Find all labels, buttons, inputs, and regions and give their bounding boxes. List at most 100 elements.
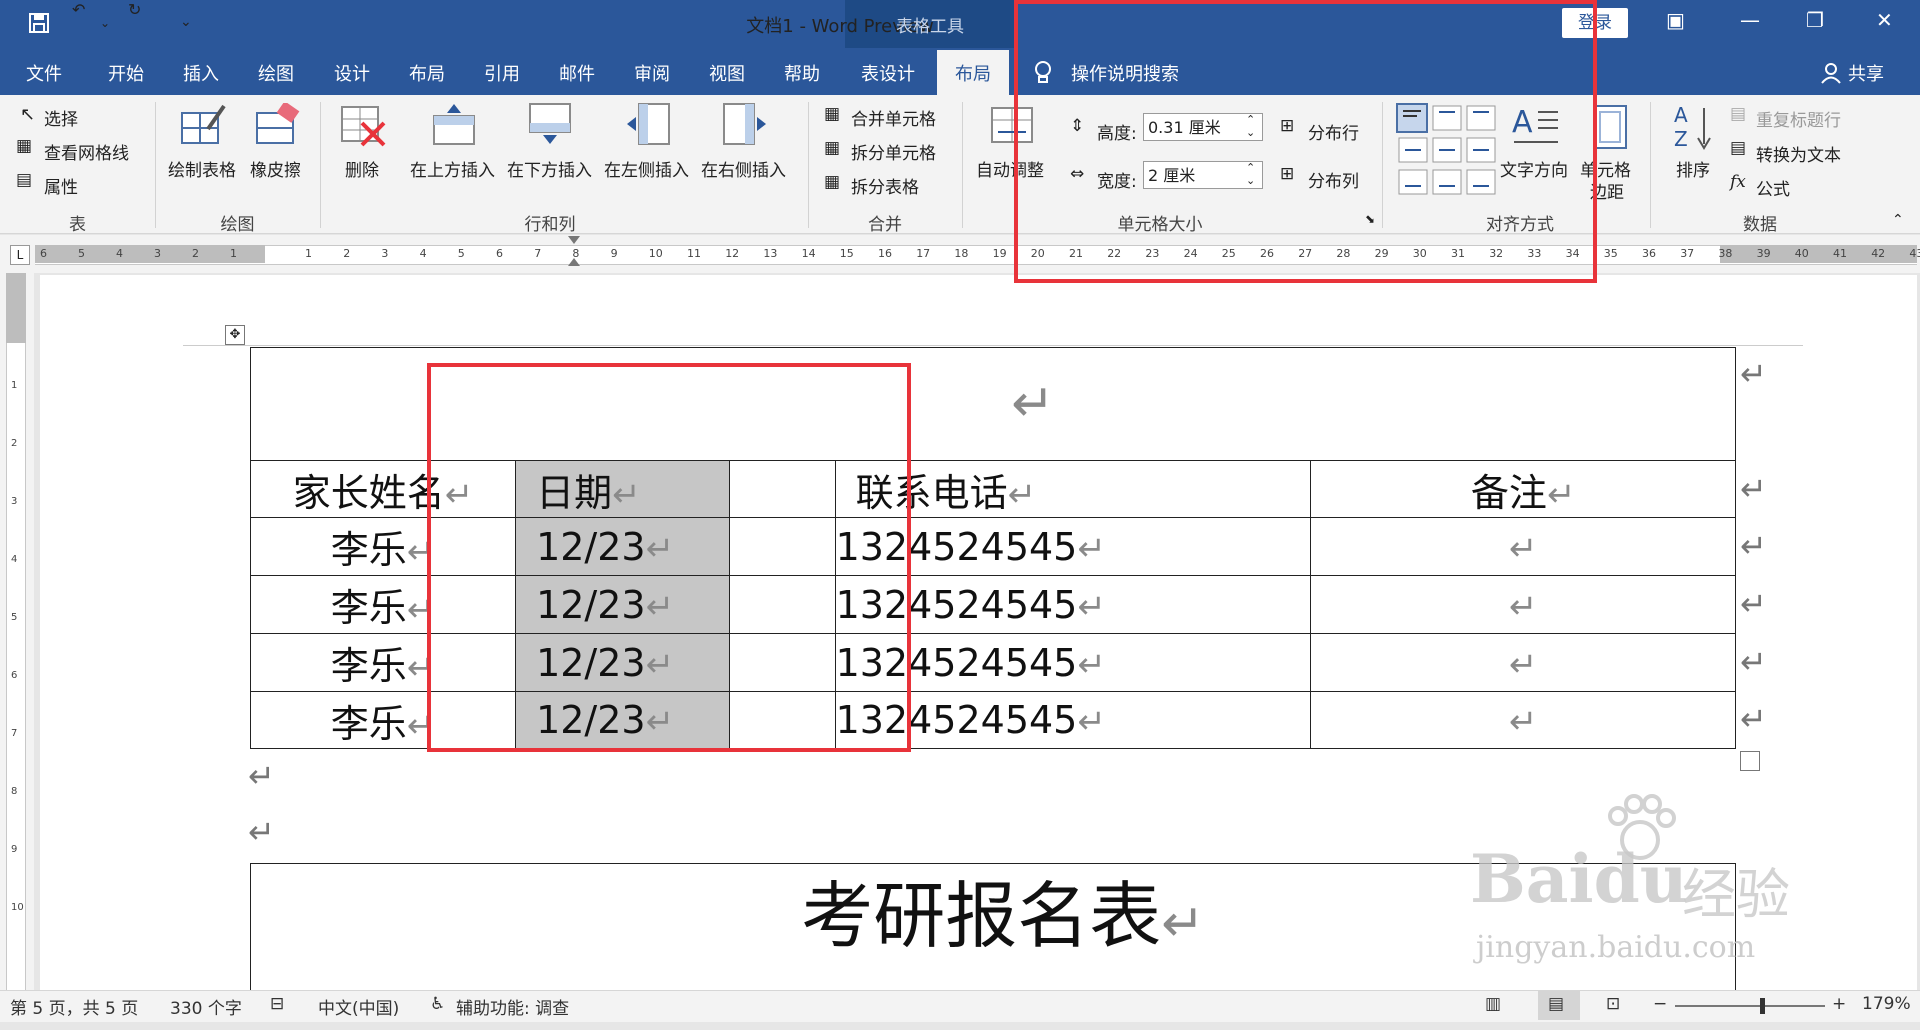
tab-references[interactable]: 引用 [484, 60, 520, 86]
delete-table-icon [341, 106, 386, 147]
word-count[interactable]: 330 个字 [170, 994, 242, 1019]
ruler-tick-label: 9 [610, 247, 618, 260]
tab-view[interactable]: 视图 [709, 60, 745, 86]
draw-table-icon [181, 104, 226, 144]
convert-to-text-button[interactable]: 转换为文本 [1756, 141, 1841, 166]
svg-text:Z: Z [1674, 127, 1688, 151]
view-gridlines-button[interactable]: 查看网格线 [44, 139, 129, 164]
tab-draw[interactable]: 绘图 [258, 60, 294, 86]
ruler-tick-label: 6 [496, 247, 503, 260]
cell-notes[interactable]: ↵ [1310, 575, 1736, 634]
status-bar [0, 990, 1920, 1022]
ruler-tick-label: 41 [1833, 247, 1847, 260]
divider [320, 102, 321, 228]
zoom-out-icon[interactable]: − [1653, 994, 1667, 1014]
indent-marker-icon[interactable] [568, 236, 580, 272]
properties-icon: ▤ [16, 170, 33, 190]
ruler-tick-label: 16 [878, 247, 892, 260]
zoom-thumb[interactable] [1760, 998, 1765, 1014]
table-resize-handle[interactable] [1740, 751, 1760, 771]
accessibility-status[interactable]: 辅助功能: 调查 [456, 994, 569, 1019]
move-table-icon[interactable]: ✥ [225, 325, 245, 345]
highlight-box-column [427, 363, 911, 752]
page-boundary [183, 345, 1803, 346]
watermark-jingyan: 经验 [1682, 863, 1790, 926]
tab-table-design[interactable]: 表设计 [861, 60, 915, 86]
draw-table-button[interactable]: 绘制表格 [168, 156, 236, 181]
merge-cells-button[interactable]: 合并单元格 [851, 105, 936, 130]
tab-file[interactable]: 文件 [26, 60, 62, 86]
insert-above-button[interactable]: 在上方插入 [410, 156, 495, 181]
zoom-slider[interactable] [1675, 1005, 1825, 1007]
tab-table-layout[interactable]: 布局 [937, 60, 1009, 86]
share-icon [1821, 63, 1841, 84]
restore-icon[interactable]: ❐ [1806, 8, 1824, 32]
header-cell[interactable]: 备注↵ [1310, 460, 1736, 518]
vruler-tick-label: 6 [11, 670, 18, 681]
ruler-tick-label: 18 [954, 247, 969, 260]
share-button[interactable]: 共享 [1848, 60, 1884, 86]
tab-layout[interactable]: 布局 [409, 60, 445, 86]
vruler-tick-label: 8 [11, 786, 18, 797]
ruler-tick-label: 19 [992, 247, 1007, 260]
tab-design[interactable]: 设计 [334, 60, 370, 86]
tab-insert[interactable]: 插入 [183, 60, 219, 86]
formula-button[interactable]: 公式 [1756, 175, 1790, 200]
split-cells-button[interactable]: 拆分单元格 [851, 139, 936, 164]
collapse-ribbon-icon[interactable]: ⌃ [1892, 212, 1904, 228]
proofing-icon[interactable]: ⊟ [270, 994, 284, 1014]
divider [155, 102, 156, 228]
ribbon-display-icon[interactable]: ▣ [1666, 8, 1685, 32]
repeat-header-button[interactable]: 重复标题行 [1756, 106, 1841, 131]
convert-text-icon: ▤ [1730, 138, 1747, 158]
split-table-button[interactable]: 拆分表格 [851, 173, 919, 198]
end-of-row-mark: ↵ [1740, 527, 1767, 565]
minimize-icon[interactable]: — [1740, 8, 1760, 32]
vruler-tick-label: 7 [11, 728, 18, 739]
ruler-tick-label: 15 [839, 247, 854, 260]
read-mode-icon[interactable]: ▥ [1485, 994, 1501, 1014]
paragraph-mark: ↵ [1077, 644, 1106, 685]
ruler-tick-label: 2 [192, 247, 199, 260]
page-count[interactable]: 第 5 页，共 5 页 [10, 994, 138, 1019]
close-icon[interactable]: ✕ [1876, 8, 1893, 32]
eraser-button[interactable]: 橡皮擦 [250, 156, 301, 181]
sort-button[interactable]: 排序 [1676, 156, 1710, 181]
insert-right-icon [723, 103, 766, 145]
print-layout-icon[interactable]: ▤ [1548, 994, 1564, 1014]
cell-notes[interactable]: ↵ [1310, 517, 1736, 576]
ruler-tick-label: 4 [116, 247, 123, 260]
tab-help[interactable]: 帮助 [784, 60, 820, 86]
ruler-tick-label: 3 [154, 247, 161, 260]
insert-below-button[interactable]: 在下方插入 [507, 156, 592, 181]
insert-left-button[interactable]: 在左侧插入 [604, 156, 689, 181]
tab-selector-icon[interactable]: L [10, 245, 30, 265]
insert-right-button[interactable]: 在右侧插入 [701, 156, 786, 181]
group-label-draw: 绘图 [220, 215, 255, 235]
cell-notes[interactable]: ↵ [1310, 691, 1736, 749]
tab-mailings[interactable]: 邮件 [559, 60, 595, 86]
group-label-data: 数据 [1743, 215, 1777, 235]
ruler-tick-label: 39 [1756, 247, 1771, 260]
zoom-level[interactable]: 179% [1862, 994, 1911, 1014]
tab-home[interactable]: 开始 [108, 60, 144, 86]
sort-icon: AZ [1674, 103, 1711, 151]
second-table-title: 考研报名表 [801, 874, 1162, 958]
tab-review[interactable]: 审阅 [634, 60, 670, 86]
language[interactable]: 中文(中国) [318, 994, 399, 1019]
ruler-tick-label: 1 [305, 247, 312, 260]
empty-paragraph-mark: ↵ [248, 757, 275, 795]
accessibility-icon: ♿ [430, 994, 446, 1014]
select-button[interactable]: 选择 [44, 105, 78, 130]
ruler-tick-label: 6 [40, 247, 47, 260]
end-of-row-mark: ↵ [1740, 355, 1767, 393]
delete-button[interactable]: 删除 [345, 156, 379, 181]
zoom-in-icon[interactable]: + [1832, 994, 1846, 1014]
properties-button[interactable]: 属性 [44, 173, 78, 198]
vruler-tick-label: 10 [11, 902, 24, 913]
end-of-row-mark: ↵ [1740, 643, 1767, 681]
paragraph-mark: ↵ [1007, 474, 1037, 515]
cell-text: 李乐 [330, 701, 407, 746]
web-layout-icon[interactable]: ⊡ [1606, 994, 1620, 1014]
cell-notes[interactable]: ↵ [1310, 633, 1736, 692]
